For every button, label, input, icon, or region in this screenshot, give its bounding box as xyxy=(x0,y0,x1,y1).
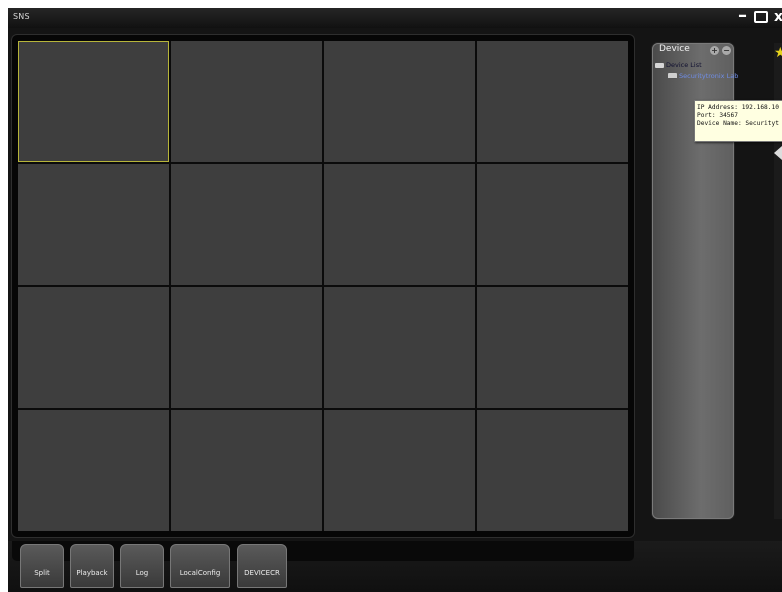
arrow-left-icon[interactable] xyxy=(774,146,782,160)
title-bar: SNS – x xyxy=(8,8,782,28)
video-cell-8[interactable] xyxy=(477,164,628,285)
devicecr-button[interactable]: DEVICECR xyxy=(237,544,287,588)
video-cell-14[interactable] xyxy=(171,410,322,531)
video-cell-1[interactable] xyxy=(18,41,169,162)
video-cell-9[interactable] xyxy=(18,287,169,408)
close-icon[interactable]: x xyxy=(774,8,782,26)
device-list-label: Device List xyxy=(666,61,702,69)
video-cell-5[interactable] xyxy=(18,164,169,285)
minimize-icon[interactable]: – xyxy=(738,8,747,25)
device-panel-header: Device + − xyxy=(652,43,734,59)
window-title: SNS xyxy=(13,12,30,21)
video-panel xyxy=(12,35,634,537)
tooltip-port: Port: 34567 xyxy=(697,112,738,120)
playback-button[interactable]: Playback xyxy=(70,544,114,588)
device-panel-title: Device xyxy=(659,44,690,54)
remove-device-icon[interactable]: − xyxy=(722,46,731,55)
video-cell-4[interactable] xyxy=(477,41,628,162)
dvr-icon xyxy=(668,73,677,79)
tooltip-ip-address: IP Address: 192.168.10 xyxy=(697,104,779,111)
device-list-root[interactable]: Device List xyxy=(655,61,702,69)
add-device-icon[interactable]: + xyxy=(710,46,719,55)
video-grid xyxy=(18,41,628,531)
localconfig-button[interactable]: LocalConfig xyxy=(170,544,230,588)
log-button[interactable]: Log xyxy=(120,544,164,588)
maximize-icon[interactable] xyxy=(754,11,768,23)
video-cell-13[interactable] xyxy=(18,410,169,531)
device-tooltip: IP Address: 192.168.10 Port: 34567 Devic… xyxy=(694,100,782,142)
video-cell-12[interactable] xyxy=(477,287,628,408)
video-cell-11[interactable] xyxy=(324,287,475,408)
application-window: SNS – x Device + − Device List Securityt… xyxy=(8,8,782,592)
device-list-icon xyxy=(655,62,664,68)
device-tree-item[interactable]: Securitytronix Lab xyxy=(668,72,738,80)
video-cell-10[interactable] xyxy=(171,287,322,408)
tooltip-device-name: Device Name: Securityt xyxy=(697,120,779,128)
star-icon[interactable]: ★ xyxy=(774,46,782,60)
device-name-label: Securitytronix Lab xyxy=(679,72,739,80)
video-cell-3[interactable] xyxy=(324,41,475,162)
video-cell-16[interactable] xyxy=(477,410,628,531)
video-cell-6[interactable] xyxy=(171,164,322,285)
video-cell-2[interactable] xyxy=(171,41,322,162)
split-button[interactable]: Split xyxy=(20,544,64,588)
video-cell-7[interactable] xyxy=(324,164,475,285)
video-cell-15[interactable] xyxy=(324,410,475,531)
